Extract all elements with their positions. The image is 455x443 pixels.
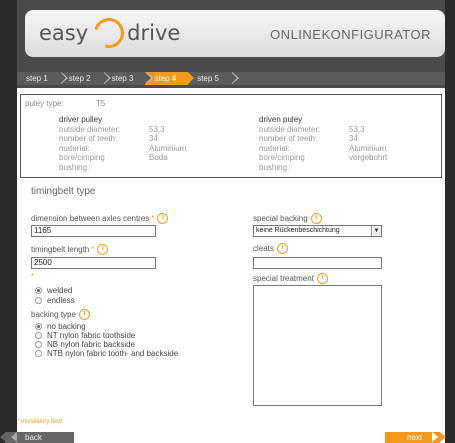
next-button[interactable]: next [385,432,446,443]
chevron-down-icon[interactable]: ▼ [371,226,381,236]
backing-option-nb[interactable]: NB nylon fabric backside [35,340,135,349]
backing-option-none[interactable]: no backing [35,322,86,331]
axes-distance-input[interactable]: 1165 [31,225,156,237]
special-backing-label: special backing i [253,213,322,224]
special-treatment-label: special treatment i [253,273,328,284]
info-icon[interactable]: i [310,213,322,224]
required-mark: * [91,245,95,254]
driver-pulley-heading: driver pulley [59,115,103,124]
driven-row: bushing: [259,162,290,172]
driver-row: bushing: [59,162,90,172]
radio-icon[interactable] [35,350,42,357]
mandatory-note: * mondatory field [17,419,63,425]
info-icon[interactable]: i [97,244,109,255]
joint-option-endless[interactable]: endless [35,296,75,305]
radio-icon[interactable] [35,323,42,330]
belt-length-input[interactable]: 2500 [31,257,156,269]
header-bar: easy drive ONLINEKONFIGURATOR [25,10,445,57]
backing-option-ntb[interactable]: NTB nylon fabric tooth- and backside [35,349,178,358]
step-1-tab[interactable]: step 1 [17,72,68,85]
pulley-type-label: puley type: [25,99,64,108]
driven-row: bore/cimping vorgebohrt [259,153,388,163]
cleats-input[interactable] [253,257,382,269]
driven-row: material: Aluminium [259,143,387,153]
radio-icon[interactable] [35,332,42,339]
special-backing-select[interactable]: keine Rückenbeschichtung ▼ [253,225,382,237]
required-mark: * [151,214,155,223]
driver-row: material: Aluminium [59,143,187,153]
driven-pulley-column: driven puley outside diameter: 53,3 numbe… [259,115,387,172]
info-icon[interactable]: i [316,273,328,284]
logo-text-left: easy [39,21,89,45]
joint-required-mark: * [31,272,35,281]
backing-option-nt[interactable]: NT nylon fabric toothside [35,331,135,340]
info-icon[interactable]: i [78,309,90,320]
pulley-type: puley type: T5 [25,99,105,108]
info-icon[interactable]: i [157,213,169,224]
special-treatment-textarea[interactable] [253,285,382,406]
logo-text-right: drive [127,21,181,45]
pulley-type-value: T5 [95,99,106,108]
driver-row: number of teeth: 34 [59,134,158,144]
driven-pulley-heading: driven puley [259,115,303,124]
logo: easy drive [39,12,181,54]
backing-type-label: backing type i [31,309,90,320]
radio-icon[interactable] [35,287,42,294]
step-navigation: step 1 step 2 step 3 step 4 step 5 [17,72,445,85]
radio-icon[interactable] [35,341,42,348]
driver-row: bore/cimping Boda [59,153,168,163]
joint-option-welded[interactable]: welded [35,286,72,295]
driven-row: outside diameter: 53,3 [259,125,365,134]
driven-row: number of teeth: 34 [259,134,358,144]
logo-ring-icon [88,12,130,54]
step-5-tab[interactable]: step 5 [188,72,239,85]
axes-distance-label: dimension between axles centres * i [31,213,169,224]
belt-length-label: timingbelt length * i [31,244,109,255]
header-title: ONLINEKONFIGURATOR [270,27,431,42]
driver-pulley-column: driver pulley outside diameter: 53,3 numb… [59,115,186,172]
section-title: timingbelt type [31,186,96,197]
pulley-summary: puley type: T5 driver pulley outside dia… [20,94,442,178]
back-button[interactable]: back [0,432,74,443]
driver-row: outside diameter: 53,3 [59,125,165,134]
main-panel: puley type: T5 driver pulley outside dia… [17,88,445,443]
radio-icon[interactable] [35,297,42,304]
cleats-label: cleats i [253,243,288,254]
info-icon[interactable]: i [276,243,288,254]
